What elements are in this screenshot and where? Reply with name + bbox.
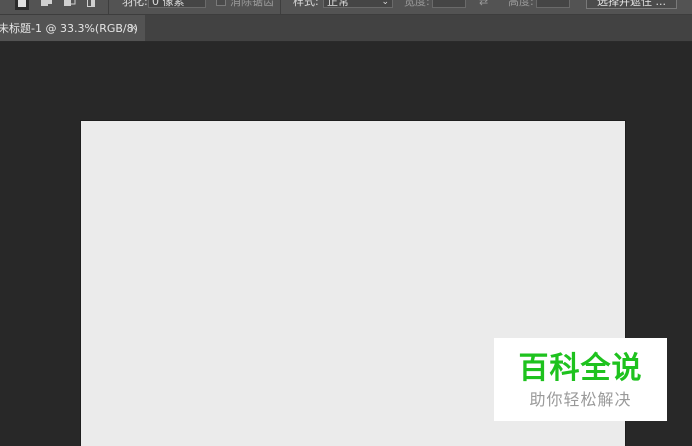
style-select-value: 正常: [327, 0, 349, 8]
style-label: 样式:: [293, 0, 319, 8]
swap-arrows-icon[interactable]: ⇄: [479, 0, 488, 10]
watermark-title: 百科全说: [518, 351, 643, 386]
select-and-mask-button[interactable]: 选择并遮住 ...: [586, 0, 677, 9]
width-label: 宽度:: [404, 0, 430, 8]
height-label: 高度:: [508, 0, 534, 8]
close-icon[interactable]: ×: [129, 21, 138, 35]
new-selection-icon[interactable]: [15, 0, 29, 10]
document-tab-label: 未标题-1 @ 33.3%(RGB/8): [0, 22, 138, 35]
options-separator: [108, 0, 109, 14]
intersect-selection-icon[interactable]: [86, 0, 100, 10]
feather-input[interactable]: 0 像素: [148, 0, 206, 8]
document-tab-bar: 未标题-1 @ 33.3%(RGB/8) ×: [0, 15, 692, 42]
options-bar: 羽化: 0 像素 消除锯齿 样式: 正常 ⌄ 宽度: ⇄ 高度: 选择并遮住 .…: [0, 0, 692, 15]
chevron-down-icon: ⌄: [381, 0, 389, 7]
add-selection-icon[interactable]: [40, 0, 54, 10]
options-separator: [280, 0, 281, 14]
watermark-logo: 百科全说 助你轻松解决: [494, 338, 667, 421]
subtract-selection-icon[interactable]: [63, 0, 77, 10]
document-tab[interactable]: 未标题-1 @ 33.3%(RGB/8) ×: [0, 15, 145, 41]
photoshop-window: 羽化: 0 像素 消除锯齿 样式: 正常 ⌄ 宽度: ⇄ 高度: 选择并遮住 .…: [0, 0, 692, 446]
width-input[interactable]: [432, 0, 466, 8]
feather-label: 羽化:: [122, 0, 148, 8]
style-select[interactable]: 正常 ⌄: [323, 0, 393, 8]
watermark-subtitle: 助你轻松解决: [529, 390, 632, 409]
antialias-checkbox[interactable]: [216, 0, 226, 6]
antialias-label: 消除锯齿: [230, 0, 274, 8]
height-input[interactable]: [536, 0, 570, 8]
